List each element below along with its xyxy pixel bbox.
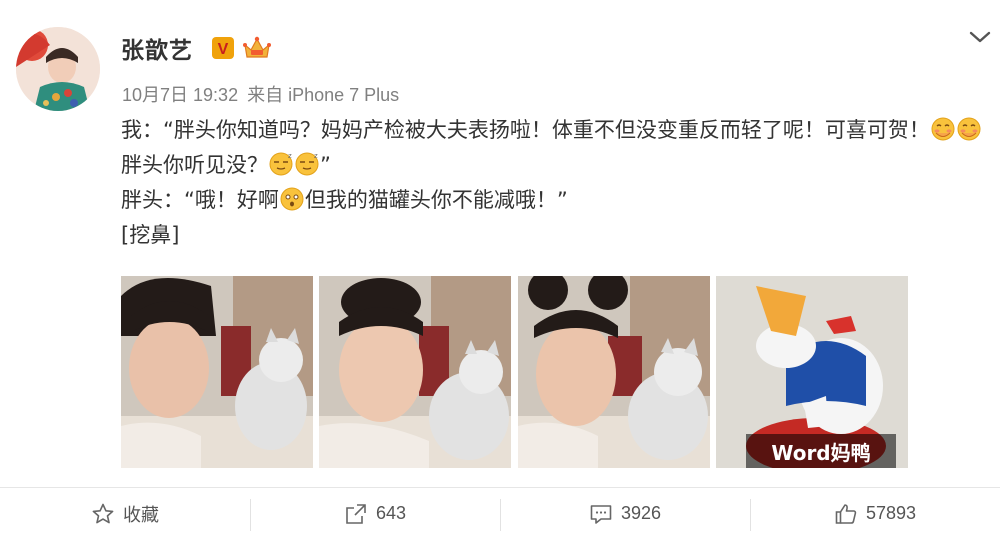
- like-button[interactable]: 57893: [750, 497, 1000, 531]
- post-line-3: [挖鼻]: [121, 223, 180, 247]
- chevron-down-icon[interactable]: [967, 27, 993, 47]
- post-line-2-suffix: 但我的猫罐头你不能减哦！”: [304, 188, 568, 212]
- photo-woman-cat-3: [518, 276, 710, 468]
- surprised-emoji-icon: [280, 187, 304, 211]
- avatar[interactable]: [16, 27, 100, 111]
- photo-thumbnail-3[interactable]: [518, 276, 710, 468]
- like-count: 57893: [865, 503, 917, 523]
- repost-count: 643: [375, 503, 407, 523]
- photo-duck-meme: Word妈鸭: [716, 276, 908, 468]
- comment-icon: [590, 504, 612, 524]
- avatar-image: [16, 27, 100, 111]
- post-line-1: 我：“胖头你知道吗？妈妈产检被大夫表扬啦！体重不但没变重反而轻了呢！可喜可贺！ 胖…: [121, 113, 991, 183]
- blush-emoji-icon: [931, 117, 955, 141]
- photo-thumbnail-1[interactable]: [121, 276, 313, 468]
- sleepy-emoji-icon: z: [295, 152, 319, 176]
- photo-woman-cat-1: [121, 276, 313, 468]
- meme-caption: Word妈鸭: [771, 441, 870, 465]
- svg-text:z: z: [314, 152, 318, 160]
- thumbs-up-icon: [835, 503, 857, 524]
- post-line-2: 胖头：“哦！好啊 但我的猫罐头你不能减哦！”: [121, 183, 991, 218]
- verified-v-icon: V: [212, 37, 234, 59]
- favorite-button[interactable]: 收藏: [0, 497, 250, 531]
- comment-button[interactable]: 3926: [500, 497, 750, 531]
- photo-thumbnail-2[interactable]: [319, 276, 511, 468]
- post-line-1-mid: 胖头你听见没？: [121, 153, 268, 177]
- post-source: 来自 iPhone 7 Plus: [247, 85, 400, 105]
- post-line-1-prefix: 我：“胖头你知道吗？妈妈产检被大夫表扬啦！体重不但没变重反而轻了呢！可喜可贺！: [121, 118, 930, 142]
- post-time[interactable]: 10月7日 19:32: [122, 85, 238, 105]
- sleepy-emoji-icon: z: [269, 152, 293, 176]
- post-line-2-prefix: 胖头：“哦！好啊: [121, 188, 279, 212]
- photo-thumbnail-4[interactable]: Word妈鸭: [716, 276, 908, 468]
- post-line-1-suffix: ”: [320, 153, 331, 177]
- repost-button[interactable]: 643: [250, 497, 500, 531]
- share-icon: [346, 503, 366, 524]
- blush-emoji-icon: [957, 117, 981, 141]
- star-icon: [92, 503, 114, 523]
- action-toolbar: 收藏 643 3926 57893: [0, 487, 1000, 539]
- user-name[interactable]: 张歆艺: [121, 31, 193, 65]
- favorite-label: 收藏: [123, 504, 159, 525]
- photo-woman-cat-2: [319, 276, 511, 468]
- post-meta: 10月7日 19:32 来自 iPhone 7 Plus: [122, 81, 403, 107]
- vip-crown-icon[interactable]: [242, 35, 272, 61]
- comment-count: 3926: [620, 503, 662, 523]
- svg-text:z: z: [288, 152, 292, 160]
- post-content: 我：“胖头你知道吗？妈妈产检被大夫表扬啦！体重不但没变重反而轻了呢！可喜可贺！ 胖…: [121, 113, 991, 253]
- verified-v-label: V: [218, 41, 229, 58]
